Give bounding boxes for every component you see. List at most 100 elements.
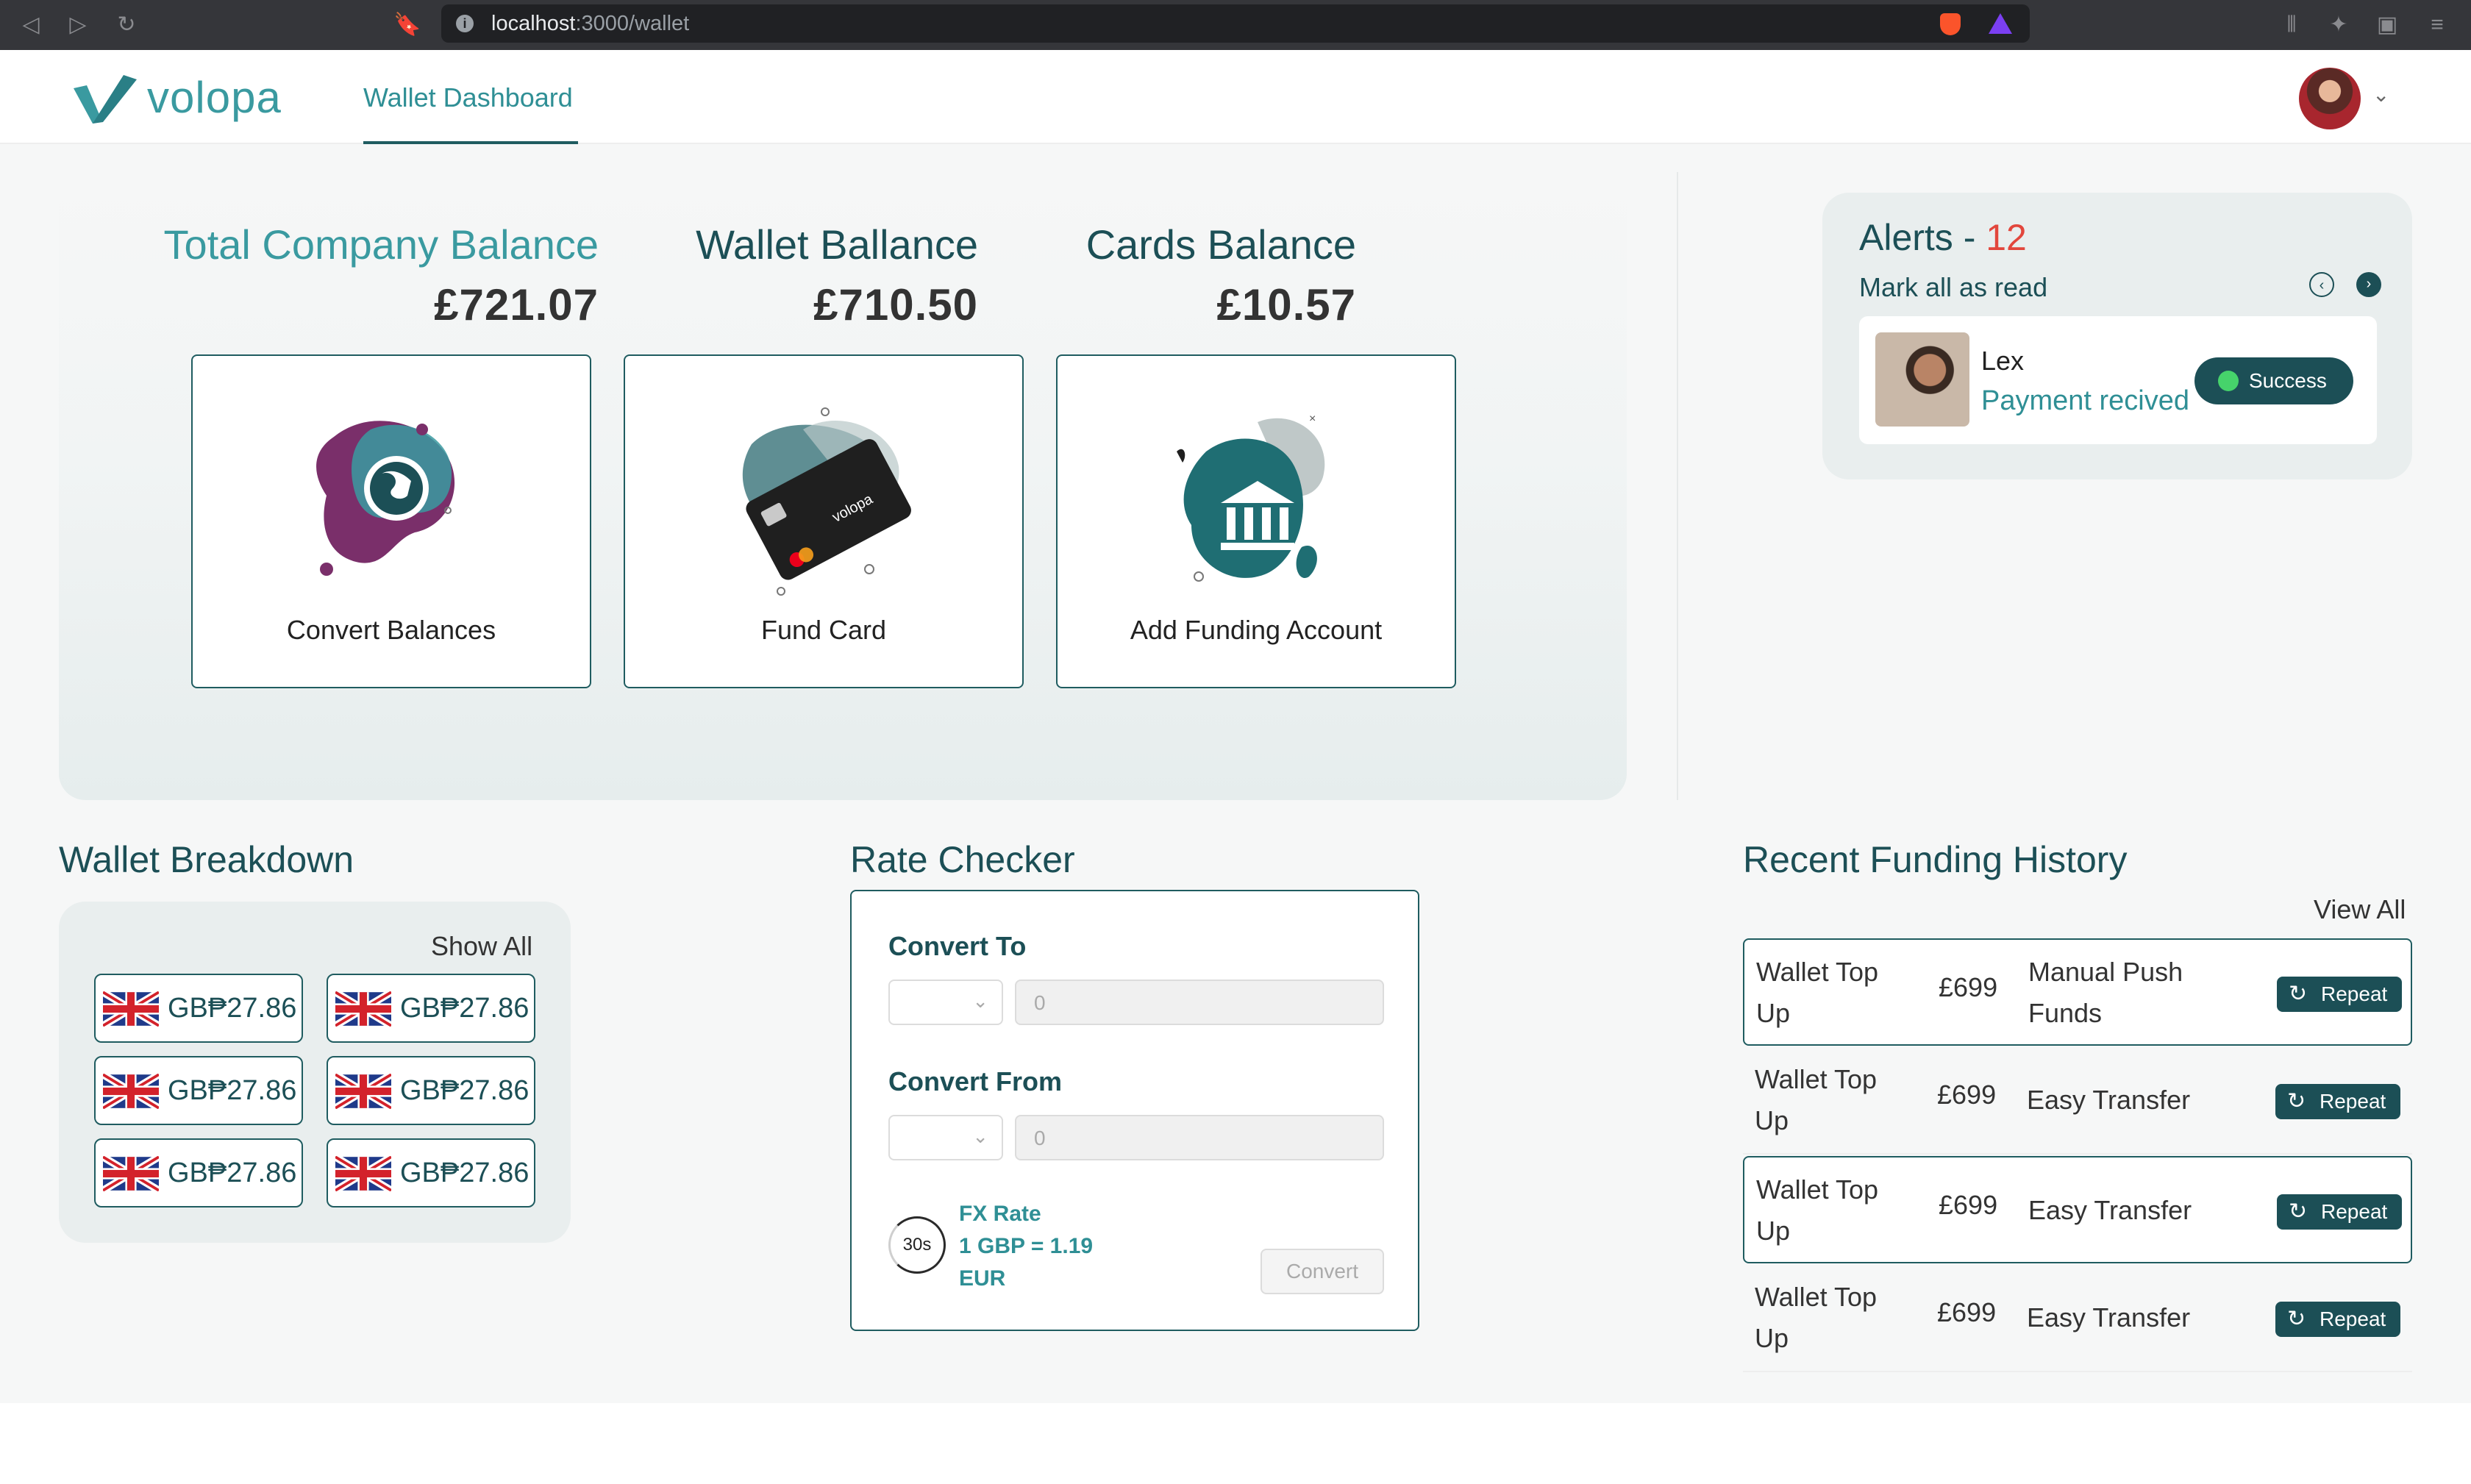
reload-icon[interactable]: ↻: [109, 7, 144, 43]
total-balance-title: Total Company Balance: [163, 221, 599, 268]
wallet-chip[interactable]: GB₱27.86: [327, 974, 535, 1043]
browser-toolbar: ◁ ▷ ↻ 🔖 i localhost:3000/wallet ⫴ ✦ ▣ ≡: [0, 0, 2471, 50]
rate-checker-title: Rate Checker: [850, 839, 1075, 880]
chevron-down-icon[interactable]: ⌄: [2372, 82, 2389, 107]
wallet-balance-title: Wallet Ballance: [696, 221, 978, 268]
success-dot-icon: [2218, 371, 2239, 391]
tab-wallet-dashboard[interactable]: Wallet Dashboard: [363, 82, 573, 113]
repeat-button[interactable]: ↻ Repeat: [2277, 977, 2402, 1012]
convert-from-label: Convert From: [888, 1066, 1063, 1096]
uk-flag-icon: [103, 991, 159, 1027]
menu-icon[interactable]: ≡: [2420, 7, 2455, 43]
chevron-down-icon: ⌄: [972, 1125, 988, 1147]
back-icon[interactable]: ◁: [13, 7, 49, 43]
funding-type: Wallet Top Up: [1755, 1282, 1878, 1353]
convert-balances-card[interactable]: Convert Balances: [191, 354, 591, 688]
convert-from-currency-select[interactable]: ⌄: [888, 1115, 1003, 1160]
globe-icon: [316, 421, 455, 576]
vertical-divider: [1677, 172, 1678, 800]
fund-card-label: Fund Card: [760, 615, 887, 645]
wallet-chip[interactable]: GB₱27.86: [327, 1138, 535, 1207]
funding-method: Easy Transfer: [2027, 1302, 2191, 1333]
wallet-breakdown-title: Wallet Breakdown: [59, 839, 354, 880]
convert-to-label: Convert To: [888, 931, 1027, 961]
funding-method: Easy Transfer: [2028, 1195, 2192, 1225]
view-all-link[interactable]: View All: [2314, 894, 2406, 925]
wallet-chip[interactable]: GB₱27.86: [94, 1138, 303, 1207]
rate-timer: 30s: [888, 1216, 946, 1274]
wallet-balance-amount: £710.50: [813, 280, 978, 329]
chevron-right-icon[interactable]: ›: [2356, 272, 2381, 297]
wallet-chip[interactable]: GB₱27.86: [94, 1056, 303, 1125]
convert-balances-label: Convert Balances: [286, 615, 496, 645]
add-funding-account-card[interactable]: × Add Funding Account: [1056, 354, 1456, 688]
funding-method: Manual Push Funds: [2028, 957, 2183, 1028]
uk-flag-icon: [335, 1156, 391, 1191]
funding-amount: £699: [1939, 1190, 1998, 1220]
funding-amount: £699: [1937, 1080, 1997, 1110]
funding-history-title: Recent Funding History: [1743, 839, 2128, 880]
wallet-chip-amount: GB₱27.86: [168, 1075, 297, 1106]
logo-text[interactable]: volopa: [147, 72, 282, 123]
svg-text:×: ×: [1309, 413, 1316, 425]
table-row[interactable]: Wallet Top Up £699 Manual Push Funds ↻ Re…: [1743, 938, 2412, 1046]
bookmark-icon[interactable]: 🔖: [390, 7, 425, 43]
fx-rate-label: FX Rate: [959, 1202, 1041, 1226]
site-info-icon[interactable]: i: [456, 15, 474, 32]
wallet-chip-amount: GB₱27.86: [400, 1157, 530, 1188]
address-bar[interactable]: i localhost:3000/wallet: [441, 4, 2030, 43]
funding-method: Easy Transfer: [2027, 1085, 2191, 1115]
alert-user-photo: [1875, 332, 1969, 427]
uk-flag-icon: [103, 1074, 159, 1109]
wallet-icon[interactable]: ▣: [2370, 7, 2405, 43]
brave-rewards-icon[interactable]: [1989, 13, 2012, 34]
wallet-chip[interactable]: GB₱27.86: [327, 1056, 535, 1125]
total-balance-amount: £721.07: [434, 280, 599, 329]
repeat-button[interactable]: ↻ Repeat: [2275, 1302, 2400, 1337]
table-row[interactable]: Wallet Top Up £699 Easy Transfer ↻ Repeat: [1743, 1156, 2412, 1263]
funding-type: Wallet Top Up: [1755, 1064, 1878, 1135]
card-icon: volopa: [742, 407, 911, 596]
table-row[interactable]: Wallet Top Up £699 Easy Transfer ↻ Repeat: [1743, 1047, 2412, 1155]
chevron-left-icon[interactable]: ‹: [2309, 272, 2334, 297]
volopa-logo-icon[interactable]: [71, 72, 141, 125]
brave-shield-icon[interactable]: [1940, 13, 1961, 35]
cards-balance-amount: £10.57: [1216, 280, 1356, 329]
add-funding-account-label: Add Funding Account: [1130, 615, 1383, 645]
funding-type: Wallet Top Up: [1756, 1174, 1879, 1246]
table-row[interactable]: Wallet Top Up £699 Easy Transfer ↻ Repeat: [1743, 1265, 2412, 1372]
uk-flag-icon: [103, 1156, 159, 1191]
alerts-count-badge: 12: [1986, 217, 2027, 258]
extension-icon[interactable]: ⫴: [2274, 7, 2309, 43]
fund-card-card[interactable]: volopa Fund Card: [624, 354, 1024, 688]
puzzle-icon[interactable]: ✦: [2321, 7, 2356, 43]
alert-message: Payment recived: [1981, 385, 2190, 416]
funding-amount: £699: [1939, 972, 1998, 1002]
repeat-button[interactable]: ↻ Repeat: [2277, 1194, 2402, 1230]
fx-rate-value: 1 GBP = 1.19: [959, 1234, 1094, 1258]
wallet-chip[interactable]: GB₱27.86: [94, 974, 303, 1043]
chevron-down-icon: ⌄: [972, 990, 988, 1012]
convert-to-amount-input[interactable]: 0: [1015, 980, 1384, 1025]
refresh-icon: ↻: [2289, 1199, 2308, 1224]
wallet-chip-amount: GB₱27.86: [400, 1075, 530, 1106]
funding-type: Wallet Top Up: [1756, 957, 1879, 1028]
refresh-icon: ↻: [2287, 1089, 2306, 1113]
alert-user-name: Lex: [1981, 346, 2025, 376]
convert-from-amount-input[interactable]: 0: [1015, 1115, 1384, 1160]
uk-flag-icon: [335, 1074, 391, 1109]
alerts-title: Alerts - 12: [1859, 217, 2027, 258]
bank-icon: ×: [1177, 413, 1325, 582]
uk-flag-icon: [335, 991, 391, 1027]
mark-all-read-link[interactable]: Mark all as read: [1859, 272, 2047, 303]
convert-button[interactable]: Convert: [1261, 1249, 1384, 1294]
convert-to-currency-select[interactable]: ⌄: [888, 980, 1003, 1025]
app-header: volopa Wallet Dashboard ⌄: [0, 50, 2471, 145]
avatar[interactable]: [2299, 68, 2361, 129]
repeat-button[interactable]: ↻ Repeat: [2275, 1084, 2400, 1119]
url-text: localhost:3000/wallet: [491, 12, 690, 35]
forward-icon[interactable]: ▷: [60, 7, 96, 43]
refresh-icon: ↻: [2289, 982, 2308, 1006]
page-footer-space: [0, 1403, 2471, 1484]
show-all-link[interactable]: Show All: [431, 931, 532, 962]
